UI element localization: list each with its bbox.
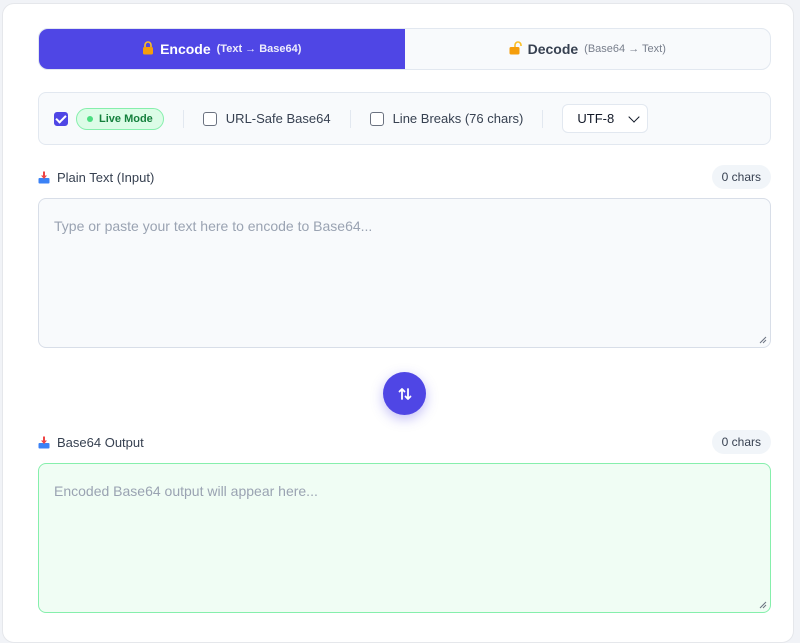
input-title: Plain Text (Input) — [57, 169, 155, 185]
divider — [182, 109, 184, 128]
url-safe-label: URL-Safe Base64 — [225, 111, 331, 126]
live-mode-label: Live Mode — [99, 112, 153, 125]
input-placeholder: Type or paste your text here to encode t… — [54, 218, 373, 234]
encoding-select[interactable]: UTF-8 — [562, 104, 649, 133]
output-placeholder: Encoded Base64 output will appear here..… — [54, 483, 318, 499]
output-header: Base64 Output 0 chars — [38, 429, 771, 455]
encoding-value: UTF-8 — [577, 111, 615, 126]
tab-decode-sub: (Base64 → Text) — [584, 43, 666, 55]
tab-decode-label: Decode — [527, 41, 579, 57]
url-safe-checkbox[interactable] — [202, 111, 217, 126]
output-title: Base64 Output — [57, 434, 144, 450]
tab-decode[interactable]: Decode (Base64 → Text) — [405, 29, 771, 69]
divider — [542, 109, 544, 128]
live-mode-badge: Live Mode — [76, 107, 164, 130]
tab-encode-label: Encode — [160, 41, 211, 57]
swap-button[interactable] — [383, 372, 426, 415]
chevron-down-icon — [628, 110, 641, 123]
resize-handle-icon[interactable] — [759, 601, 767, 609]
options-bar: Live Mode URL-Safe Base64 Line Breaks (7… — [38, 92, 771, 145]
divider — [349, 109, 351, 128]
live-dot-icon — [87, 115, 93, 122]
tab-encode-sub: (Text → Base64) — [216, 43, 302, 55]
tab-encode[interactable]: Encode (Text → Base64) — [39, 29, 405, 69]
lock-icon — [142, 40, 154, 58]
input-char-count: 0 chars — [711, 165, 771, 189]
line-breaks-checkbox[interactable] — [369, 111, 384, 126]
live-mode-checkbox[interactable] — [54, 111, 68, 126]
output-char-count: 0 chars — [711, 430, 771, 454]
input-header: Plain Text (Input) 0 chars — [38, 164, 771, 190]
inbox-tray-icon — [38, 436, 50, 449]
base64-output[interactable]: Encoded Base64 output will appear here..… — [38, 463, 771, 613]
line-breaks-label: Line Breaks (76 chars) — [392, 111, 524, 126]
plain-text-input[interactable]: Type or paste your text here to encode t… — [38, 198, 771, 348]
swap-arrows-icon — [398, 387, 411, 400]
inbox-tray-icon — [38, 171, 50, 184]
mode-tabs: Encode (Text → Base64) Decode (Base64 → … — [38, 28, 771, 70]
unlock-icon — [509, 40, 522, 58]
resize-handle-icon[interactable] — [759, 336, 767, 344]
